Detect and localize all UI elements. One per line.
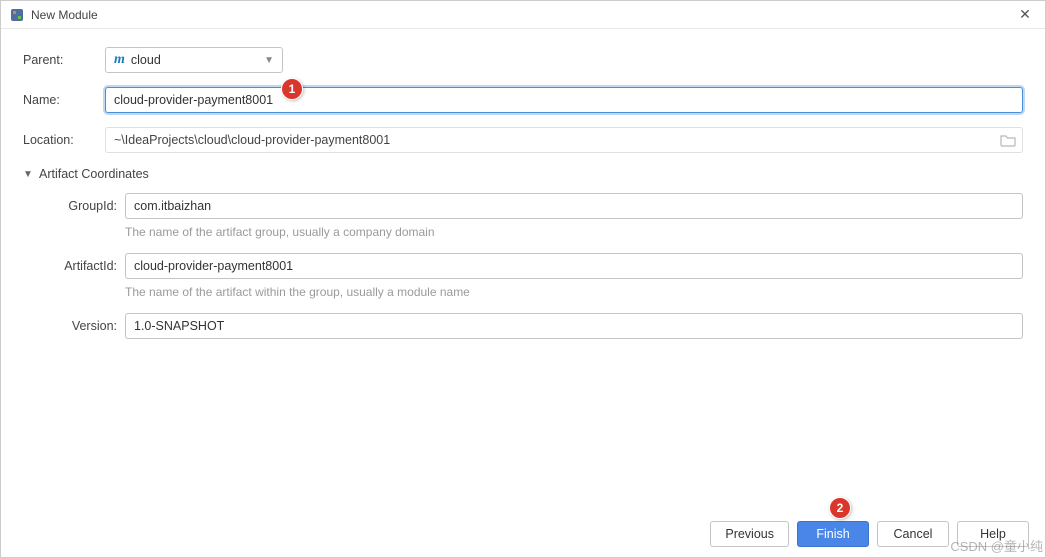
version-row: Version:: [43, 313, 1023, 339]
new-module-dialog: New Module ✕ Parent: m cloud ▼ Name: Loc…: [0, 0, 1046, 558]
artifactid-row: ArtifactId: The name of the artifact wit…: [43, 253, 1023, 299]
chevron-down-icon: ▼: [264, 55, 274, 66]
watermark: CSDN @童小纯: [950, 536, 1043, 555]
groupid-help: The name of the artifact group, usually …: [125, 225, 435, 239]
close-icon[interactable]: ✕: [1013, 5, 1037, 25]
name-row: Name:: [23, 87, 1023, 113]
artifactid-help: The name of the artifact within the grou…: [125, 285, 470, 299]
titlebar: New Module ✕: [1, 1, 1045, 29]
name-label: Name:: [23, 93, 105, 107]
groupid-row: GroupId: The name of the artifact group,…: [43, 193, 1023, 239]
location-label: Location:: [23, 133, 105, 147]
artifact-coordinates-toggle[interactable]: ▼ Artifact Coordinates: [23, 167, 1023, 181]
version-label: Version:: [43, 319, 125, 333]
version-input[interactable]: [125, 313, 1023, 339]
location-field-wrap: ~\IdeaProjects\cloud\cloud-provider-paym…: [105, 127, 1023, 153]
artifact-coordinates-section: GroupId: The name of the artifact group,…: [23, 193, 1023, 339]
parent-value: cloud: [131, 53, 264, 67]
location-value: ~\IdeaProjects\cloud\cloud-provider-paym…: [114, 133, 1000, 147]
artifactid-label: ArtifactId:: [43, 259, 125, 273]
name-input[interactable]: [105, 87, 1023, 113]
groupid-label: GroupId:: [43, 199, 125, 213]
parent-row: Parent: m cloud ▼: [23, 47, 1023, 73]
maven-icon: m: [114, 52, 125, 68]
parent-label: Parent:: [23, 53, 105, 67]
artifactid-input[interactable]: [125, 253, 1023, 279]
annotation-badge-2: 2: [829, 497, 851, 519]
cancel-button[interactable]: Cancel: [877, 521, 949, 547]
app-icon: [9, 7, 25, 23]
folder-icon[interactable]: [1000, 133, 1016, 147]
location-row: Location: ~\IdeaProjects\cloud\cloud-pro…: [23, 127, 1023, 153]
section-title: Artifact Coordinates: [39, 167, 149, 181]
annotation-badge-1: 1: [281, 78, 303, 100]
groupid-input[interactable]: [125, 193, 1023, 219]
parent-dropdown[interactable]: m cloud ▼: [105, 47, 283, 73]
window-title: New Module: [31, 8, 1013, 22]
finish-button[interactable]: Finish: [797, 521, 869, 547]
dialog-body: Parent: m cloud ▼ Name: Location: ~\Idea…: [1, 29, 1045, 353]
chevron-down-icon: ▼: [23, 169, 33, 180]
dialog-footer: Previous Finish Cancel Help: [1, 511, 1045, 557]
previous-button[interactable]: Previous: [710, 521, 789, 547]
